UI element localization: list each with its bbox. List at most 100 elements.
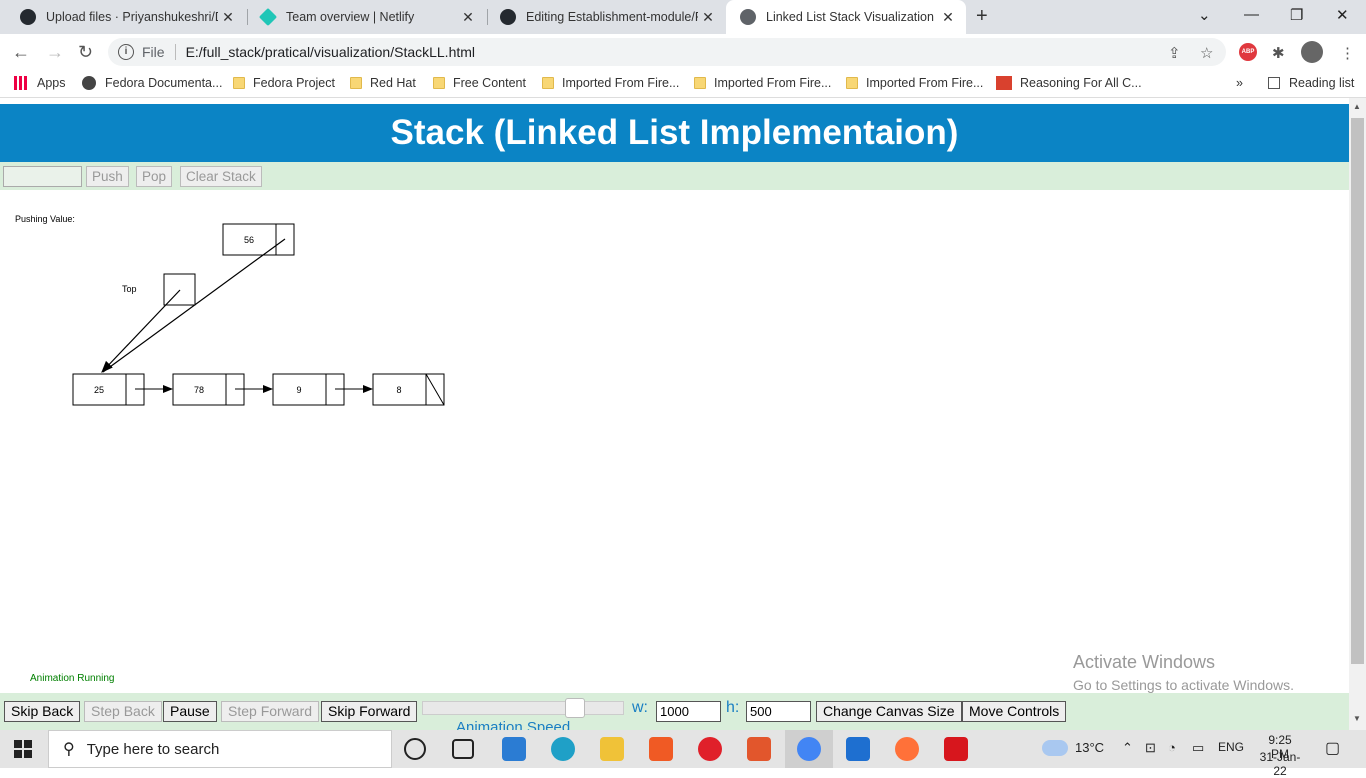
forward-icon[interactable]: → (46, 42, 64, 63)
folder-icon (233, 77, 245, 89)
close-icon[interactable]: ✕ (458, 9, 478, 26)
edge-icon[interactable] (551, 737, 575, 761)
new-tab-button[interactable]: + (976, 5, 988, 28)
star-icon[interactable]: ☆ (1200, 44, 1213, 62)
avatar[interactable] (1301, 41, 1323, 63)
folder-icon (846, 77, 858, 89)
close-icon[interactable]: ✕ (698, 9, 718, 26)
close-icon[interactable]: ✕ (218, 9, 238, 26)
firefox-icon[interactable] (895, 737, 919, 761)
url-scheme-label: File (142, 44, 165, 60)
bookmark-fedora-project[interactable]: Fedora Project (233, 76, 335, 90)
tab-upload-files[interactable]: Upload files · Priyanshukeshri/DS ✕ (6, 0, 246, 34)
language-indicator[interactable]: ENG (1218, 740, 1244, 754)
github-icon (20, 9, 36, 25)
restore-icon[interactable]: ❐ (1290, 6, 1303, 24)
skip-back-button[interactable]: Skip Back (4, 701, 81, 722)
step-back-button[interactable]: Step Back (84, 701, 162, 722)
top-label: Top (122, 284, 137, 294)
menu-icon[interactable]: ⋮ (1340, 44, 1355, 62)
windows-start-icon[interactable] (14, 740, 32, 758)
chrome-icon[interactable] (797, 737, 821, 761)
bookmark-fedora-docs[interactable]: Fedora Documenta... (82, 76, 222, 90)
height-label: h: (726, 699, 740, 716)
opera-icon[interactable] (698, 737, 722, 761)
node-value: 78 (194, 385, 204, 395)
acrobat-icon[interactable] (944, 737, 968, 761)
page-title: Stack (Linked List Implementaion) (0, 104, 1349, 162)
bookmark-imported-1[interactable]: Imported From Fire... (542, 76, 679, 90)
netlify-icon (258, 7, 278, 27)
cortana-icon[interactable] (404, 738, 426, 760)
tab-strip: Upload files · Priyanshukeshri/DS ✕ Team… (0, 0, 1366, 34)
browser-toolbar: ← → ↻ i File E:/full_stack/pratical/visu… (0, 34, 1366, 70)
bookmark-imported-3[interactable]: Imported From Fire... (846, 76, 983, 90)
reading-list-icon (1268, 77, 1280, 89)
list-node: 8 (372, 373, 445, 406)
file-explorer-icon[interactable] (600, 737, 624, 761)
change-canvas-size-button[interactable]: Change Canvas Size (816, 701, 962, 722)
scroll-down-icon[interactable]: ▼ (1353, 714, 1361, 723)
canvas-height-input[interactable] (746, 701, 811, 722)
mail-icon[interactable] (846, 737, 870, 761)
bookmark-free-content[interactable]: Free Content (433, 76, 526, 90)
clock-date[interactable]: 31-Jan-22 (1254, 750, 1306, 778)
push-value-input[interactable] (3, 166, 82, 187)
tab-editing-establishment[interactable]: Editing Establishment-module/RE ✕ (486, 0, 726, 34)
list-node: 9 (272, 373, 345, 406)
tab-netlify[interactable]: Team overview | Netlify ✕ (246, 0, 486, 34)
activate-windows-title: Activate Windows (1073, 652, 1216, 672)
battery-icon[interactable]: ▭ (1192, 740, 1204, 756)
reload-icon[interactable]: ↻ (78, 42, 93, 63)
info-icon[interactable]: i (118, 44, 134, 60)
close-icon[interactable]: ✕ (938, 9, 958, 26)
pop-button[interactable]: Pop (136, 166, 173, 187)
adblock-icon[interactable]: ABP (1239, 43, 1257, 61)
folder-icon (542, 77, 554, 89)
clear-stack-button[interactable]: Clear Stack (180, 166, 262, 187)
more-bookmarks-button[interactable]: » (1236, 76, 1243, 90)
animation-speed-slider[interactable] (422, 698, 624, 718)
bookmark-apps[interactable]: Apps (14, 76, 66, 90)
back-icon[interactable]: ← (12, 42, 30, 63)
skip-forward-button[interactable]: Skip Forward (321, 701, 418, 722)
tab-search-icon[interactable]: ⌄ (1198, 6, 1211, 24)
store-icon[interactable] (502, 737, 526, 761)
step-forward-button[interactable]: Step Forward (221, 701, 320, 722)
minimize-icon[interactable]: — (1244, 6, 1259, 23)
bookmark-reasoning[interactable]: Reasoning For All C... (996, 76, 1142, 90)
bookmark-red-hat[interactable]: Red Hat (350, 76, 416, 90)
pause-button[interactable]: Pause (163, 701, 217, 722)
move-controls-button[interactable]: Move Controls (962, 701, 1067, 722)
weather-temperature[interactable]: 13°C (1075, 740, 1104, 755)
extensions-icon[interactable]: ✱ (1272, 44, 1285, 62)
page-icon (740, 9, 756, 25)
folder-icon (350, 77, 362, 89)
share-icon[interactable]: ⇪ (1168, 44, 1181, 62)
bookmark-imported-2[interactable]: Imported From Fire... (694, 76, 831, 90)
notifications-icon[interactable]: ▢ (1325, 738, 1340, 758)
window-close-icon[interactable]: ✕ (1336, 6, 1349, 24)
pushing-value-label: Pushing Value: (15, 214, 75, 224)
taskbar-search[interactable]: ⚲ Type here to search (48, 730, 392, 768)
task-view-icon[interactable] (452, 739, 474, 759)
address-bar[interactable]: i File E:/full_stack/pratical/visualizat… (108, 38, 1226, 66)
list-node: 78 (172, 373, 245, 406)
canvas-width-input[interactable] (656, 701, 721, 722)
network-icon[interactable]: ⊡ (1145, 740, 1156, 756)
push-button[interactable]: Push (86, 166, 129, 187)
url-text[interactable]: E:/full_stack/pratical/visualization/Sta… (186, 44, 475, 60)
scrollbar-thumb[interactable] (1351, 118, 1364, 664)
wifi-icon[interactable]: ◔ (1168, 740, 1176, 755)
brave-icon[interactable] (649, 737, 673, 761)
pdf-icon (996, 76, 1012, 90)
reading-list-button[interactable]: Reading list (1268, 76, 1354, 90)
divider (174, 44, 176, 60)
weather-icon[interactable] (1042, 740, 1068, 756)
tab-linked-list-stack[interactable]: Linked List Stack Visualization ✕ (726, 0, 966, 34)
slider-thumb[interactable] (565, 698, 585, 718)
tray-chevron-icon[interactable]: ⌃ (1122, 740, 1133, 756)
page-scrollbar[interactable]: ▲ ▼ (1349, 98, 1366, 730)
scroll-up-icon[interactable]: ▲ (1353, 102, 1361, 111)
office-icon[interactable] (747, 737, 771, 761)
